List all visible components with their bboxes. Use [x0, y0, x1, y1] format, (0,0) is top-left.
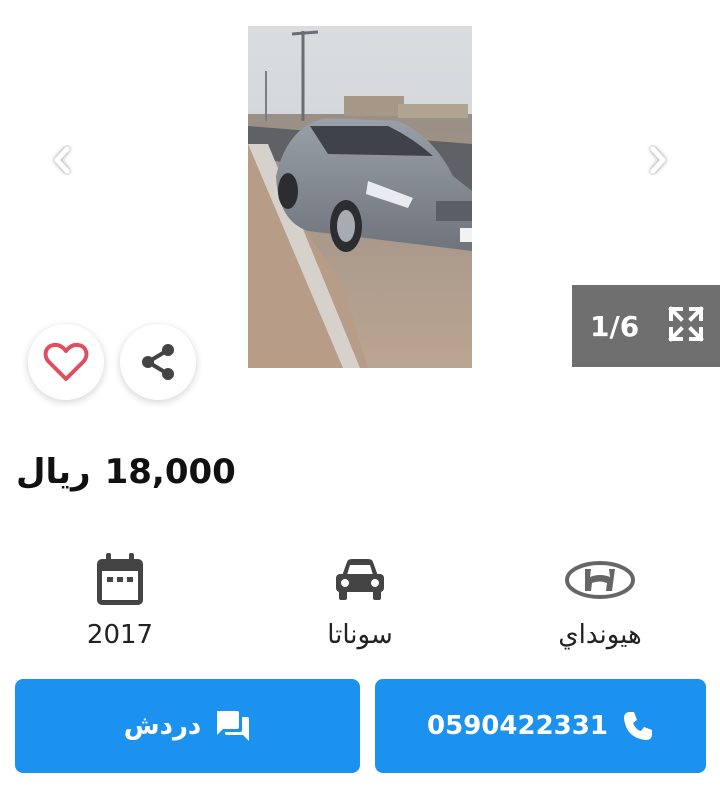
car-icon	[336, 559, 384, 600]
phone-number: 0590422331	[427, 711, 608, 741]
fullscreen-button[interactable]	[667, 305, 705, 347]
price-value: 18,000	[104, 452, 236, 492]
spec-model: سوناتا	[275, 548, 445, 650]
image-gallery: 1/6	[0, 0, 720, 420]
next-image-button[interactable]	[638, 140, 678, 180]
hyundai-logo-icon	[565, 561, 635, 599]
spec-model-value: سوناتا	[327, 620, 393, 650]
spec-make-value: هيونداي	[558, 620, 642, 650]
calendar-icon	[97, 553, 143, 605]
chat-icon	[217, 711, 250, 741]
chat-button-label: دردش	[123, 711, 202, 741]
price-currency: ريال	[16, 452, 91, 492]
phone-icon	[623, 712, 652, 740]
spec-make: هيونداي	[515, 548, 685, 650]
expand-icon	[668, 306, 705, 342]
image-counter: 1/6	[590, 309, 640, 343]
price-row: ريال 18,000	[16, 452, 236, 492]
car-photo[interactable]	[248, 26, 472, 368]
call-button[interactable]: 0590422331	[375, 679, 706, 773]
spec-year: 2017	[35, 548, 205, 650]
heart-icon	[43, 342, 89, 381]
chevron-left-icon	[54, 146, 70, 174]
image-counter-overlay: 1/6	[572, 285, 720, 367]
share-button[interactable]	[120, 324, 196, 400]
chevron-right-icon	[650, 146, 666, 174]
share-icon	[142, 344, 174, 380]
previous-image-button[interactable]	[42, 140, 82, 180]
spec-year-value: 2017	[86, 620, 154, 650]
chat-button[interactable]: دردش	[15, 679, 360, 773]
favorite-button[interactable]	[28, 324, 104, 400]
